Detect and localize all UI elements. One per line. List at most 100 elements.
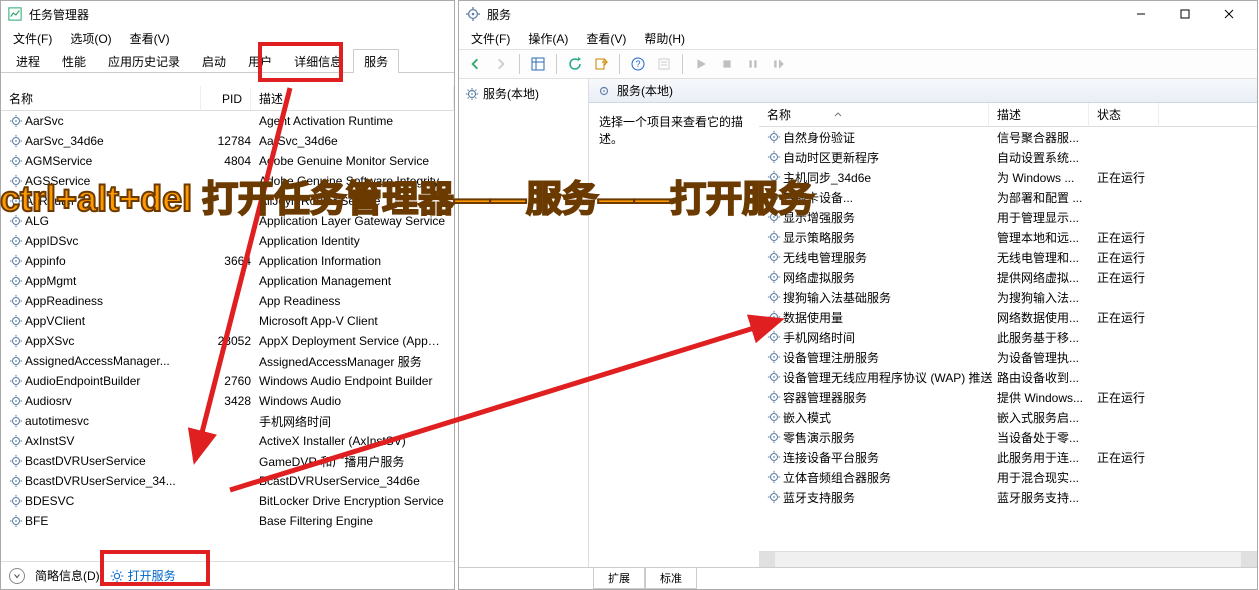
table-row[interactable]: AppXSvc23052AppX Deployment Service (App… — [1, 331, 454, 351]
help-button[interactable]: ? — [626, 52, 650, 76]
list-item[interactable]: 网络虚拟服务提供网络虚拟...正在运行 — [759, 267, 1257, 287]
service-icon — [9, 394, 23, 408]
tree-root[interactable]: 服务(本地) — [463, 83, 584, 104]
list-item[interactable]: 蓝牙支持服务蓝牙服务支持... — [759, 487, 1257, 507]
forward-button[interactable] — [489, 52, 513, 76]
titlebar: 服务 — [459, 1, 1257, 27]
table-row[interactable]: AudioEndpointBuilder2760Windows Audio En… — [1, 371, 454, 391]
service-icon — [767, 310, 781, 324]
list-item[interactable]: 容器管理器服务提供 Windows...正在运行 — [759, 387, 1257, 407]
table-row[interactable]: AppIDSvcApplication Identity — [1, 231, 454, 251]
table-row[interactable]: AssignedAccessManager...AssignedAccessMa… — [1, 351, 454, 371]
service-icon — [9, 114, 23, 128]
list-item[interactable]: 设备管理无线应用程序协议 (WAP) 推送...路由设备收到... — [759, 367, 1257, 387]
menubar: 文件(F) 选项(O) 查看(V) — [1, 27, 454, 49]
table-row[interactable]: AGMService4804Adobe Genuine Monitor Serv… — [1, 151, 454, 171]
table-row[interactable]: AGSServiceAdobe Genuine Software Integri… — [1, 171, 454, 191]
menu-view[interactable]: 查看(V) — [578, 28, 634, 49]
table-row[interactable]: AJRouterAllJoyn Router Service — [1, 191, 454, 211]
tab-standard[interactable]: 标准 — [645, 568, 697, 589]
col-pid[interactable]: PID — [201, 88, 251, 110]
tab-services[interactable]: 服务 — [353, 49, 399, 73]
list-item[interactable]: 显示增强服务用于管理显示... — [759, 207, 1257, 227]
body: 服务(本地) 服务(本地) 选择一个项目来查看它的描述。 名称 — [459, 79, 1257, 567]
close-button[interactable] — [1207, 1, 1251, 27]
service-icon — [9, 214, 23, 228]
maximize-button[interactable] — [1163, 1, 1207, 27]
minimize-button[interactable] — [1119, 1, 1163, 27]
table-row[interactable]: ALGApplication Layer Gateway Service — [1, 211, 454, 231]
list-item[interactable]: 手机网络时间此服务基于移... — [759, 327, 1257, 347]
col-desc[interactable]: 描述 — [989, 103, 1089, 127]
table-row[interactable]: Appinfo3664Application Information — [1, 251, 454, 271]
table-row[interactable]: AxInstSVActiveX Installer (AxInstSV) — [1, 431, 454, 451]
tab-app-history[interactable]: 应用历史记录 — [97, 49, 191, 73]
list-item[interactable]: 零售演示服务当设备处于零... — [759, 427, 1257, 447]
list-item[interactable]: 自然身份验证信号聚合器服... — [759, 127, 1257, 147]
col-name[interactable]: 名称 — [759, 103, 989, 127]
list-item[interactable]: 搜狗输入法基础服务为搜狗输入法... — [759, 287, 1257, 307]
table-row[interactable]: AarSvc_34d6e12784AarSvc_34d6e — [1, 131, 454, 151]
table-row[interactable]: BcastDVRUserServiceGameDVR 和广播用户服务 — [1, 451, 454, 471]
table-row[interactable]: Audiosrv3428Windows Audio — [1, 391, 454, 411]
list-item[interactable]: 显示策略服务管理本地和远...正在运行 — [759, 227, 1257, 247]
table-row[interactable]: BDESVCBitLocker Drive Encryption Service — [1, 491, 454, 511]
start-button[interactable] — [689, 52, 713, 76]
table-row[interactable]: AppVClientMicrosoft App-V Client — [1, 311, 454, 331]
list-item[interactable]: 连接设备平台服务此服务用于连...正在运行 — [759, 447, 1257, 467]
tab-users[interactable]: 用户 — [237, 49, 283, 73]
pause-button[interactable] — [741, 52, 765, 76]
list-item[interactable]: 自动时区更新程序自动设置系统... — [759, 147, 1257, 167]
list-item[interactable]: 嵌入模式嵌入式服务启... — [759, 407, 1257, 427]
window-controls — [1119, 1, 1251, 27]
service-icon — [9, 174, 23, 188]
menu-action[interactable]: 操作(A) — [520, 28, 576, 49]
list-item[interactable]: 设备管理注册服务为设备管理执... — [759, 347, 1257, 367]
menu-help[interactable]: 帮助(H) — [636, 28, 693, 49]
table-body[interactable]: AarSvcAgent Activation RuntimeAarSvc_34d… — [1, 111, 454, 531]
service-icon — [9, 374, 23, 388]
show-hide-tree-button[interactable] — [526, 52, 550, 76]
table-row[interactable]: AarSvcAgent Activation Runtime — [1, 111, 454, 131]
list-header-label: 服务(本地) — [617, 82, 673, 99]
stop-button[interactable] — [715, 52, 739, 76]
menu-file[interactable]: 文件(F) — [5, 28, 60, 49]
table-row[interactable]: autotimesvc手机网络时间 — [1, 411, 454, 431]
table-row[interactable]: AppMgmtApplication Management — [1, 271, 454, 291]
sort-indicator-icon — [834, 111, 842, 119]
statusbar: 简略信息(D) 打开服务 — [1, 561, 454, 589]
refresh-button[interactable] — [563, 52, 587, 76]
menu-options[interactable]: 选项(O) — [62, 28, 119, 49]
open-services-link[interactable]: 打开服务 — [110, 567, 176, 584]
tab-processes[interactable]: 进程 — [5, 49, 51, 73]
list-item[interactable]: 无线电管理服务无线电管理和...正在运行 — [759, 247, 1257, 267]
restart-button[interactable] — [767, 52, 791, 76]
table-row[interactable]: AppReadinessApp Readiness — [1, 291, 454, 311]
list-body[interactable]: 自然身份验证信号聚合器服...自动时区更新程序自动设置系统...主机同步_34d… — [759, 127, 1257, 551]
brief-info-link[interactable]: 简略信息(D) — [35, 567, 100, 584]
tab-performance[interactable]: 性能 — [51, 49, 97, 73]
back-button[interactable] — [463, 52, 487, 76]
service-icon — [9, 334, 23, 348]
table-row[interactable]: BFEBase Filtering Engine — [1, 511, 454, 531]
service-list: 名称 描述 状态 自然身份验证信号聚合器服...自动时区更新程序自动设置系统..… — [759, 103, 1257, 567]
menu-file[interactable]: 文件(F) — [463, 28, 518, 49]
collapse-icon[interactable] — [9, 568, 25, 584]
col-status[interactable]: 状态 — [1089, 103, 1159, 127]
col-name[interactable]: 名称 — [1, 86, 201, 111]
tab-startup[interactable]: 启动 — [191, 49, 237, 73]
list-item[interactable]: 立体音频组合器服务用于混合现实... — [759, 467, 1257, 487]
col-desc[interactable]: 描述 — [251, 86, 454, 111]
horizontal-scrollbar[interactable] — [759, 551, 1257, 567]
tree-pane[interactable]: 服务(本地) — [459, 79, 589, 567]
list-item[interactable]: 主机同步_34d6e为 Windows ...正在运行 — [759, 167, 1257, 187]
service-icon — [767, 450, 781, 464]
export-button[interactable] — [589, 52, 613, 76]
list-item[interactable]: 智能卡设备...为部署和配置 ... — [759, 187, 1257, 207]
tab-extended[interactable]: 扩展 — [593, 568, 645, 589]
properties-button[interactable] — [652, 52, 676, 76]
list-item[interactable]: 数据使用量网络数据使用...正在运行 — [759, 307, 1257, 327]
menu-view[interactable]: 查看(V) — [122, 28, 178, 49]
table-row[interactable]: BcastDVRUserService_34...BcastDVRUserSer… — [1, 471, 454, 491]
tab-details[interactable]: 详细信息 — [283, 49, 353, 73]
